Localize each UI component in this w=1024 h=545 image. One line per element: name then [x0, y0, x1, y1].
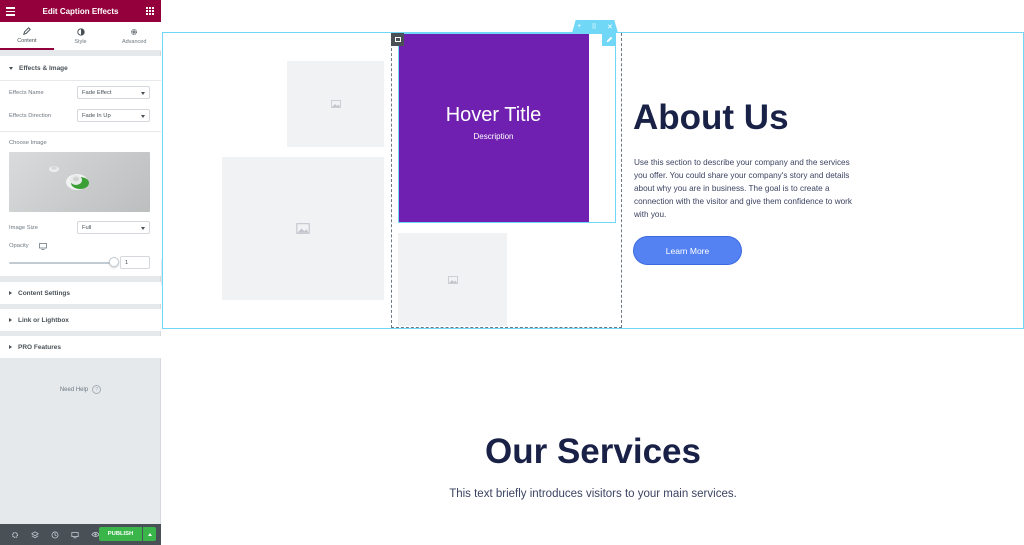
widgets-grid-icon[interactable] — [146, 7, 154, 15]
half-circle-icon — [76, 27, 85, 36]
effects-name-value: Fade Effect — [82, 89, 112, 96]
about-heading: About Us — [633, 98, 789, 137]
image-placeholder[interactable] — [287, 61, 384, 147]
opacity-input[interactable]: 1 — [120, 256, 150, 269]
add-icon[interactable]: + — [577, 23, 581, 30]
image-placeholder[interactable] — [222, 157, 384, 300]
gear-icon — [131, 28, 138, 35]
divider — [0, 80, 161, 81]
effects-image-title: Effects & Image — [19, 64, 68, 72]
drag-icon[interactable]: ⠿ — [592, 23, 597, 31]
column-icon — [394, 37, 401, 42]
caret-right-icon — [9, 291, 12, 295]
about-text: Use this section to describe your compan… — [634, 158, 852, 219]
image-chooser[interactable] — [9, 152, 150, 212]
publish-button[interactable]: PUBLISH — [99, 527, 142, 541]
learn-more-label: Learn More — [665, 245, 710, 256]
effects-name-label: Effects Name — [9, 90, 44, 96]
effects-direction-label: Effects Direction — [9, 113, 52, 119]
pro-features-section[interactable]: PRO Features — [0, 336, 161, 358]
content-settings-title: Content Settings — [18, 289, 70, 297]
link-lightbox-title: Link or Lightbox — [18, 316, 69, 324]
responsive-icon[interactable] — [65, 524, 85, 545]
column-handle[interactable] — [391, 33, 404, 46]
link-lightbox-section[interactable]: Link or Lightbox — [0, 309, 161, 331]
chevron-down-icon — [141, 92, 145, 95]
question-icon: ? — [92, 385, 102, 394]
tab-content[interactable]: Content — [0, 22, 54, 50]
image-thumbnail — [49, 166, 89, 190]
pro-features-title: PRO Features — [18, 343, 61, 351]
settings-icon[interactable] — [5, 524, 25, 545]
publish-options-button[interactable] — [143, 527, 156, 541]
chevron-down-icon — [141, 227, 145, 230]
services-text: This text briefly introduces visitors to… — [449, 488, 737, 500]
section-handle[interactable]: + ⠿ ✕ — [572, 20, 618, 33]
image-icon — [296, 223, 310, 234]
need-help-link[interactable]: Need Help ? — [0, 385, 161, 394]
menu-icon[interactable] — [6, 7, 15, 16]
effects-direction-select[interactable]: Fade In Up — [77, 109, 150, 122]
services-heading: Our Services — [485, 432, 701, 471]
opacity-slider-track[interactable] — [9, 262, 115, 264]
chevron-down-icon — [141, 115, 145, 118]
opacity-slider-handle[interactable] — [109, 257, 119, 267]
image-size-select[interactable]: Full — [77, 221, 150, 234]
caret-right-icon — [9, 318, 12, 322]
caret-up-icon — [147, 532, 152, 536]
image-size-value: Full — [82, 224, 92, 231]
need-help-label: Need Help — [59, 386, 89, 393]
editor-panel: Edit Caption Effects Content Style Advan… — [0, 0, 161, 545]
choose-image-label: Choose Image — [9, 140, 47, 146]
tab-advanced-label: Advanced — [121, 38, 147, 45]
opacity-label: Opacity — [9, 243, 29, 249]
close-icon[interactable]: ✕ — [607, 23, 613, 31]
panel-title: Edit Caption Effects — [42, 6, 119, 16]
panel-tabs: Content Style Advanced — [0, 22, 161, 51]
layers-icon[interactable] — [25, 524, 45, 545]
divider — [0, 131, 161, 132]
panel-header: Edit Caption Effects — [0, 0, 161, 22]
effects-name-select[interactable]: Fade Effect — [77, 86, 150, 99]
image-size-label: Image Size — [9, 225, 38, 231]
tab-content-label: Content — [17, 37, 37, 44]
learn-more-button[interactable]: Learn More — [634, 237, 741, 264]
content-settings-section[interactable]: Content Settings — [0, 282, 161, 304]
tab-advanced[interactable]: Advanced — [107, 22, 161, 50]
tab-style-label: Style — [74, 38, 87, 45]
publish-label: PUBLISH — [107, 531, 134, 537]
effects-direction-value: Fade In Up — [82, 112, 111, 119]
pencil-icon — [22, 26, 31, 35]
column-outline — [391, 33, 622, 328]
preview-canvas: + ⠿ ✕ Hover Title Description About Us U… — [162, 0, 1024, 545]
caret-down-icon — [9, 66, 13, 70]
image-icon — [330, 100, 341, 108]
effects-image-toggle[interactable]: Effects & Image — [0, 56, 161, 80]
desktop-icon[interactable] — [39, 243, 47, 250]
tab-style[interactable]: Style — [54, 22, 108, 50]
history-icon[interactable] — [45, 524, 65, 545]
opacity-value: 1 — [125, 259, 129, 266]
caret-right-icon — [9, 345, 12, 349]
